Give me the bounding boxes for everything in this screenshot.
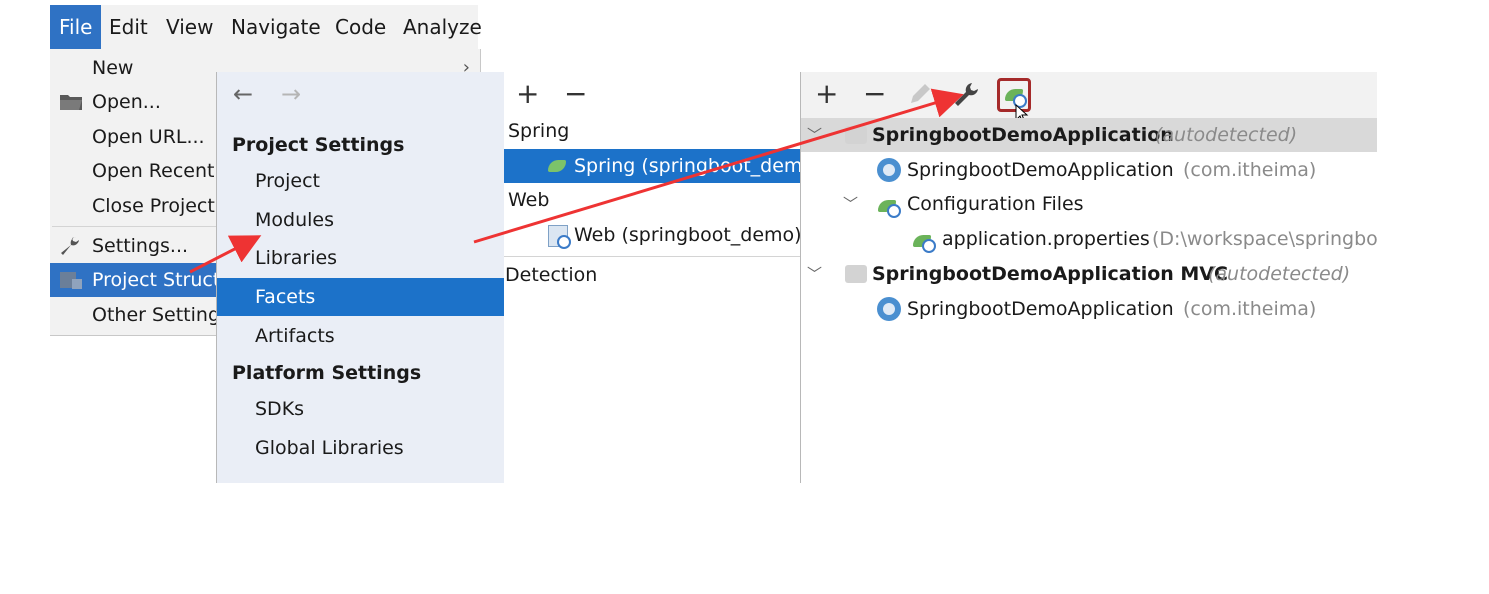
wrench-icon	[61, 237, 79, 255]
sidebar-item-label: Libraries	[255, 247, 338, 269]
context-name: SpringbootDemoApplication	[872, 124, 1174, 146]
application-context-icon	[845, 126, 867, 144]
menu-item-label: Open URL...	[92, 126, 205, 148]
remove-context-button[interactable]: −	[863, 76, 886, 112]
application-context-icon	[845, 265, 867, 283]
properties-file-name: application.properties	[942, 228, 1150, 250]
detection-label: Detection	[505, 264, 598, 286]
gear-icon	[922, 239, 936, 253]
facet-item-label: Spring (springboot_demo)	[574, 155, 800, 177]
back-arrow-icon[interactable]: ←	[233, 80, 253, 108]
properties-file-path: (D:\workspace\springbo	[1152, 228, 1377, 250]
facet-group-web[interactable]: Web	[504, 183, 800, 217]
chevron-down-icon[interactable]: ﹀	[843, 187, 858, 221]
spring-config-panel: + − ﹀ SpringbootDemoApplication (autodet…	[801, 72, 1377, 483]
group-label: Web	[508, 189, 550, 211]
tree-row-properties-file[interactable]: application.properties (D:\workspace\spr…	[801, 222, 1377, 256]
context-name: SpringbootDemoApplication MVC	[872, 263, 1228, 285]
menu-item-label: Project Struct	[92, 269, 221, 291]
menu-navigate[interactable]: Navigate	[222, 5, 330, 49]
spring-boot-class-icon	[877, 158, 901, 182]
menu-item-label: Open Recent	[92, 160, 215, 182]
project-settings-header: Project Settings	[232, 134, 405, 156]
facet-separator	[504, 256, 800, 257]
menu-edit[interactable]: Edit	[100, 5, 157, 49]
package-name: (com.itheima)	[1183, 298, 1317, 320]
menu-view[interactable]: View	[157, 5, 222, 49]
sidebar-item-sdks[interactable]: SDKs	[217, 390, 504, 428]
pencil-icon[interactable]	[907, 81, 933, 107]
sidebar-item-project[interactable]: Project	[217, 162, 504, 200]
project-structure-icon	[60, 272, 82, 289]
sidebar-item-label: Facets	[255, 286, 316, 308]
menu-item-label: Settings...	[92, 235, 189, 257]
sidebar-item-libraries[interactable]: Libraries	[217, 239, 504, 277]
group-label: Spring	[508, 120, 570, 142]
autodetected-tag: (autodetected)	[1155, 124, 1298, 146]
gear-icon	[557, 235, 571, 249]
platform-settings-header: Platform Settings	[232, 362, 422, 384]
tree-row-configuration-files[interactable]: ﹀ Configuration Files	[801, 187, 1377, 221]
spring-leaf-icon	[548, 160, 566, 172]
facet-item-spring[interactable]: Spring (springboot_demo)	[504, 149, 800, 183]
facets-panel: + − Spring Spring (springboot_demo) Web …	[504, 72, 801, 483]
sidebar-item-modules[interactable]: Modules	[217, 201, 504, 239]
config-toolbar: + −	[801, 72, 1377, 124]
menu-analyze[interactable]: Analyze	[394, 5, 491, 49]
menu-bar: File Edit View Navigate Code Analyze	[50, 5, 482, 49]
package-name: (com.itheima)	[1183, 159, 1317, 181]
sidebar-item-artifacts[interactable]: Artifacts	[217, 317, 504, 355]
tree-row-class[interactable]: SpringbootDemoApplication (com.itheima)	[801, 292, 1377, 326]
remove-facet-button[interactable]: −	[564, 76, 587, 112]
facet-group-spring[interactable]: Spring	[504, 114, 800, 148]
project-structure-sidebar: ← → Project Settings Project Modules Lib…	[216, 72, 506, 483]
facet-item-web[interactable]: Web (springboot_demo)	[504, 218, 800, 252]
menu-item-label: New	[92, 57, 134, 79]
sidebar-item-label: Artifacts	[255, 325, 335, 347]
chevron-down-icon[interactable]: ﹀	[807, 257, 822, 291]
add-facet-button[interactable]: +	[516, 76, 539, 112]
facet-detection[interactable]: Detection	[504, 258, 800, 292]
autodetected-tag: (autodetected)	[1208, 263, 1351, 285]
sidebar-item-label: Global Libraries	[255, 437, 404, 459]
menu-item-label: Close Project	[92, 195, 215, 217]
spring-boot-class-icon	[877, 297, 901, 321]
folder-icon	[60, 95, 82, 110]
chevron-down-icon[interactable]: ﹀	[807, 118, 822, 152]
tree-row-context[interactable]: ﹀ SpringbootDemoApplication (autodetecte…	[801, 118, 1377, 152]
class-name: SpringbootDemoApplication	[907, 159, 1174, 181]
class-name: SpringbootDemoApplication	[907, 298, 1174, 320]
menu-item-label: Other Setting	[92, 304, 221, 326]
menu-file[interactable]: File	[50, 5, 102, 49]
sidebar-item-label: Modules	[255, 209, 334, 231]
tree-row-context-mvc[interactable]: ﹀ SpringbootDemoApplication MVC (autodet…	[801, 257, 1377, 291]
sidebar-item-facets[interactable]: Facets	[217, 278, 504, 316]
facet-item-label: Web (springboot_demo)	[574, 224, 800, 246]
menu-item-label: Open...	[92, 91, 161, 113]
sidebar-item-label: SDKs	[255, 398, 305, 420]
menu-code[interactable]: Code	[326, 5, 395, 49]
sidebar-item-global-libraries[interactable]: Global Libraries	[217, 429, 504, 467]
tree-row-class[interactable]: SpringbootDemoApplication (com.itheima)	[801, 153, 1377, 187]
wrench-icon[interactable]	[953, 81, 981, 109]
forward-arrow-icon[interactable]: →	[281, 80, 301, 108]
gear-icon	[887, 204, 901, 218]
configuration-files-label: Configuration Files	[907, 193, 1084, 215]
add-context-button[interactable]: +	[815, 76, 838, 112]
sidebar-item-label: Project	[255, 170, 321, 192]
